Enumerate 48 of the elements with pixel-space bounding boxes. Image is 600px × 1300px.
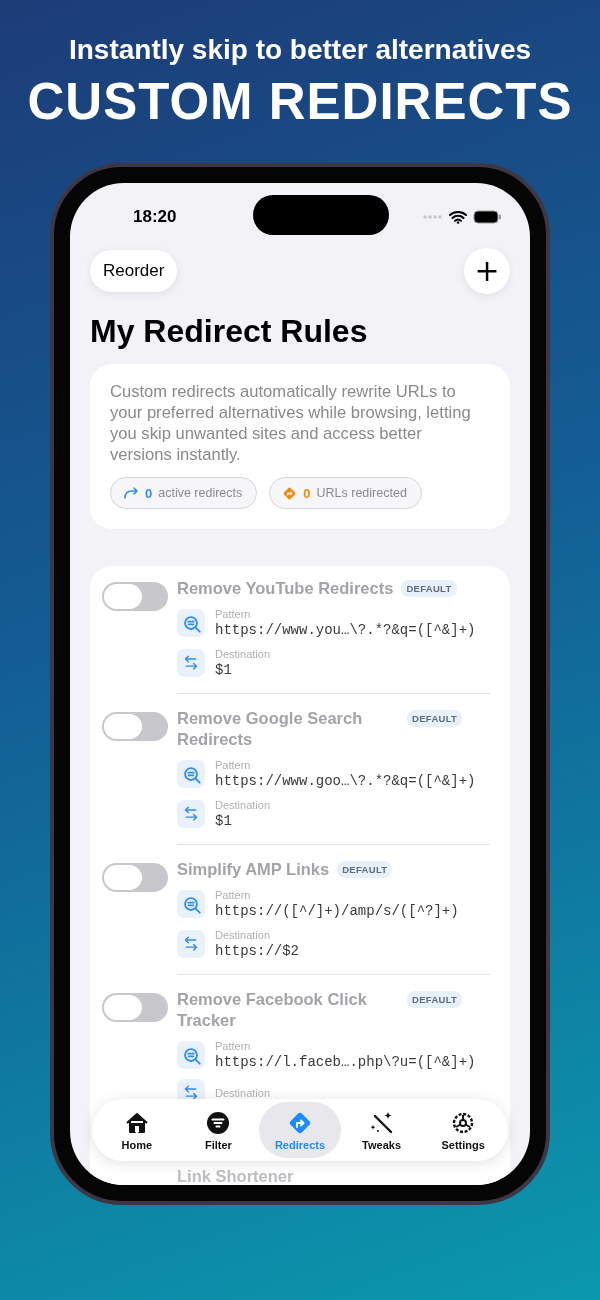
rule-toggle[interactable] xyxy=(102,582,168,611)
headline: CUSTOM REDIRECTS xyxy=(27,72,573,132)
intro-text: Custom redirects automatically rewrite URLs to your preferred alternatives while browsing, letting you skip unwanted sites and access better versions instantly. xyxy=(110,381,472,465)
default-tag: DEFAULT xyxy=(407,710,463,727)
battery-icon xyxy=(473,210,502,224)
signal-icon xyxy=(423,215,443,219)
pattern-label: Pattern xyxy=(215,758,252,772)
pattern-value: https://([^/]+)/amp/s/([^?]+) xyxy=(215,902,459,920)
rule-toggle[interactable] xyxy=(102,993,168,1022)
reorder-button[interactable]: Reorder xyxy=(90,250,178,292)
wifi-icon xyxy=(449,210,467,224)
rule-title: Link Shortener xyxy=(177,1166,294,1185)
pattern-label: Pattern xyxy=(215,1039,252,1053)
destination-label: Destination xyxy=(215,1086,271,1100)
pattern-value: https://www.you…\?.*?&q=([^&]+) xyxy=(215,621,476,639)
destination-value: https://$2 xyxy=(215,942,299,960)
page-title: My Redirect Rules xyxy=(90,312,369,351)
default-tag: DEFAULT xyxy=(337,861,393,878)
stat-label: URLs redirected xyxy=(316,486,407,500)
rule-title: Remove Facebook Click Tracker xyxy=(177,989,368,1031)
destination-label: Destination xyxy=(215,647,271,661)
destination-value: $1 xyxy=(215,812,233,830)
pattern-value: https://l.faceb….php\?u=([^&]+) xyxy=(215,1053,476,1071)
destination-value: $1 xyxy=(215,661,233,679)
tab-item[interactable]: Filter xyxy=(177,1102,260,1158)
pattern-value: https://www.goo…\?.*?&q=([^&]+) xyxy=(215,772,476,790)
default-tag: DEFAULT xyxy=(401,580,457,597)
tab-item[interactable]: Tweaks xyxy=(340,1102,423,1158)
stat-count: 0 xyxy=(145,485,153,501)
rule-toggle[interactable] xyxy=(102,863,168,892)
filter-icon xyxy=(205,1109,232,1136)
status-time: 18:20 xyxy=(133,207,177,227)
destination-label: Destination xyxy=(215,798,271,812)
rule-title: Simplify AMP Links xyxy=(177,859,330,880)
redirect-arrow-icon xyxy=(123,486,139,500)
pattern-label: Pattern xyxy=(215,607,252,621)
default-tag: DEFAULT xyxy=(407,991,463,1008)
pattern-label: Pattern xyxy=(215,888,252,902)
rule-toggle[interactable] xyxy=(102,712,168,741)
tab-item[interactable]: Home xyxy=(96,1102,178,1158)
rule-title: Remove YouTube Redirects xyxy=(177,578,394,599)
destination-label: Destination xyxy=(215,928,272,942)
stat-count: 0 xyxy=(303,485,311,501)
tab-item[interactable]: Settings xyxy=(422,1102,504,1158)
tagline: Instantly skip to better alternatives xyxy=(68,33,532,67)
rule-title: Remove Google Search Redirects xyxy=(177,708,364,750)
stat-label: active redirects xyxy=(158,486,243,500)
add-button[interactable]: + xyxy=(464,248,510,294)
